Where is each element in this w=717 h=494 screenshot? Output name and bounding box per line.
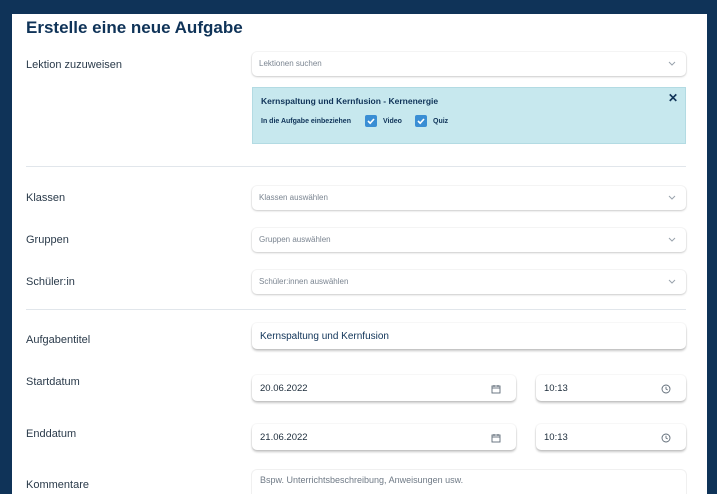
comments-textarea[interactable]: Bspw. Unterrichtsbeschreibung, Anweisung… <box>252 470 686 494</box>
check-icon <box>367 118 375 125</box>
calendar-icon <box>491 434 501 443</box>
groups-placeholder: Gruppen auswählen <box>259 235 331 244</box>
groups-select[interactable]: Gruppen auswählen <box>252 228 686 252</box>
include-label: In die Aufgabe einbeziehen <box>261 118 351 125</box>
quiz-checkbox[interactable] <box>415 115 427 127</box>
start-date-value: 20.06.2022 <box>260 383 308 394</box>
page-title: Erstelle eine neue Aufgabe <box>26 18 243 37</box>
chevron-down-icon <box>668 195 676 200</box>
classes-select[interactable]: Klassen auswählen <box>252 186 686 210</box>
close-icon[interactable]: ✕ <box>667 92 679 104</box>
clock-icon <box>661 384 671 394</box>
video-checkbox[interactable] <box>365 115 377 127</box>
classes-label: Klassen <box>26 192 66 204</box>
classes-placeholder: Klassen auswählen <box>259 193 328 202</box>
lesson-search-select[interactable]: Lektionen suchen <box>252 52 686 76</box>
lesson-search-placeholder: Lektionen suchen <box>259 59 322 68</box>
divider <box>26 309 686 310</box>
task-title-label: Aufgabentitel <box>26 334 91 346</box>
start-time-value: 10:13 <box>544 383 568 394</box>
groups-label: Gruppen <box>26 234 69 246</box>
task-title-value: Kernspaltung und Kernfusion <box>260 331 389 342</box>
selected-lesson-card: Kernspaltung und Kernfusion - Kernenergi… <box>252 87 686 144</box>
comments-label: Kommentare <box>26 479 89 491</box>
chevron-down-icon <box>668 61 676 66</box>
end-time-value: 10:13 <box>544 432 568 443</box>
students-select[interactable]: Schüler:innen auswählen <box>252 270 686 294</box>
calendar-icon <box>491 385 501 394</box>
comments-placeholder: Bspw. Unterrichtsbeschreibung, Anweisung… <box>260 475 464 485</box>
lesson-label: Lektion zuzuweisen <box>26 59 123 71</box>
check-icon <box>417 118 425 125</box>
quiz-label: Quiz <box>433 118 449 125</box>
start-time-input[interactable]: 10:13 <box>536 375 686 401</box>
end-date-value: 21.06.2022 <box>260 432 308 443</box>
students-placeholder: Schüler:innen auswählen <box>259 277 349 286</box>
end-date-input[interactable]: 21.06.2022 <box>252 424 516 450</box>
create-task-form: Erstelle eine neue Aufgabe Lektion zuzuw… <box>12 14 707 494</box>
students-label: Schüler:in <box>26 276 75 288</box>
start-date-input[interactable]: 20.06.2022 <box>252 375 516 401</box>
end-time-input[interactable]: 10:13 <box>536 424 686 450</box>
start-date-label: Startdatum <box>26 376 80 388</box>
chevron-down-icon <box>668 237 676 242</box>
task-title-input[interactable]: Kernspaltung und Kernfusion <box>252 323 686 349</box>
clock-icon <box>661 433 671 443</box>
divider <box>26 166 686 167</box>
end-date-label: Enddatum <box>26 428 77 440</box>
selected-lesson-title: Kernspaltung und Kernfusion - Kernenergi… <box>261 96 439 106</box>
video-label: Video <box>383 118 402 125</box>
chevron-down-icon <box>668 279 676 284</box>
